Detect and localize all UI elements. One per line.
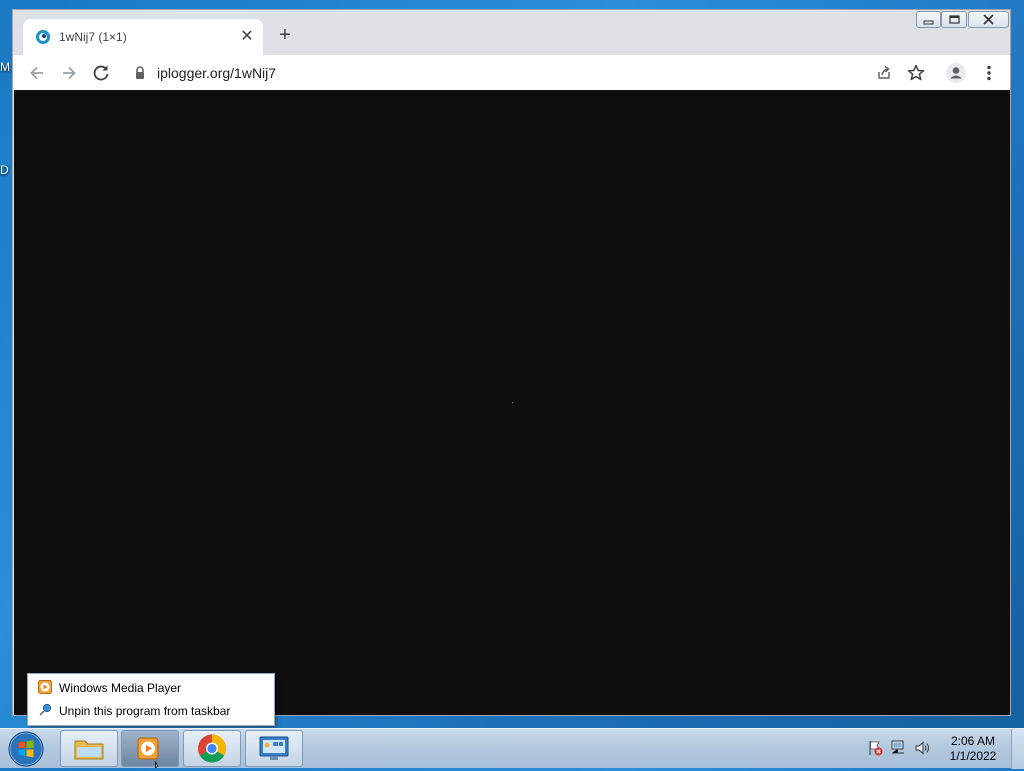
tab-strip: 1wNij7 (1×1) ✕ + [13, 10, 1010, 55]
browser-window: 1wNij7 (1×1) ✕ + iplogger.org/1wNij7 [12, 9, 1011, 716]
reload-icon[interactable] [88, 60, 114, 86]
browser-toolbar: iplogger.org/1wNij7 [13, 55, 1010, 90]
tab-close-icon[interactable]: ✕ [237, 27, 257, 47]
jump-list-item-unpin[interactable]: Unpin this program from taskbar [28, 700, 274, 722]
jump-list-label: Windows Media Player [59, 681, 182, 695]
lock-icon[interactable] [133, 65, 147, 81]
desktop-label-d: D [0, 163, 9, 177]
start-button[interactable] [6, 730, 46, 768]
chrome-icon [198, 734, 226, 763]
tracking-pixel-image [512, 402, 513, 403]
menu-icon[interactable] [976, 60, 1002, 86]
minimize-icon [923, 20, 934, 25]
jump-list: Windows Media Player Unpin this program … [27, 673, 275, 726]
desktop-label-m: M [0, 60, 10, 74]
clock-time: 2:06 AM [950, 734, 996, 748]
taskbar-control-panel[interactable] [245, 730, 303, 767]
restore-icon [949, 15, 960, 24]
taskbar-windows-media-player[interactable] [121, 730, 179, 767]
profile-icon[interactable] [943, 60, 969, 86]
network-icon[interactable] [890, 739, 908, 757]
taskbar: 2:06 AM 1/1/2022 [0, 728, 1024, 769]
url-text[interactable]: iplogger.org/1wNij7 [157, 65, 276, 81]
share-icon[interactable] [871, 60, 897, 86]
taskbar-file-explorer[interactable] [60, 730, 118, 767]
address-bar[interactable]: iplogger.org/1wNij7 [123, 59, 919, 87]
tab-title: 1wNij7 (1×1) [59, 30, 127, 44]
volume-icon[interactable] [914, 739, 932, 757]
close-icon [983, 14, 994, 25]
forward-icon[interactable] [56, 60, 82, 86]
minimize-button[interactable] [916, 11, 941, 28]
taskbar-google-chrome[interactable] [183, 730, 241, 767]
jump-list-item-media-player[interactable]: Windows Media Player [28, 677, 274, 699]
page-content[interactable] [14, 90, 1010, 715]
clock-date: 1/1/2022 [949, 749, 997, 763]
unpin-icon [39, 703, 52, 716]
bookmark-star-icon[interactable] [903, 60, 929, 86]
media-player-icon [38, 680, 52, 694]
iplogger-favicon-icon [36, 30, 50, 44]
new-tab-button[interactable]: + [273, 24, 297, 48]
close-window-button[interactable] [968, 11, 1009, 28]
maximize-button[interactable] [941, 11, 967, 28]
jump-list-label: Unpin this program from taskbar [59, 704, 231, 718]
action-center-flag-icon[interactable] [866, 739, 884, 757]
mouse-cursor-icon [155, 761, 158, 768]
folder-icon [74, 740, 104, 760]
control-panel-icon [259, 736, 289, 760]
browser-tab[interactable]: 1wNij7 (1×1) ✕ [23, 19, 263, 55]
back-icon[interactable] [24, 60, 50, 86]
show-desktop-button[interactable] [1011, 729, 1024, 769]
media-player-icon [137, 737, 159, 760]
system-clock[interactable]: 2:06 AM 1/1/2022 [940, 734, 1006, 764]
